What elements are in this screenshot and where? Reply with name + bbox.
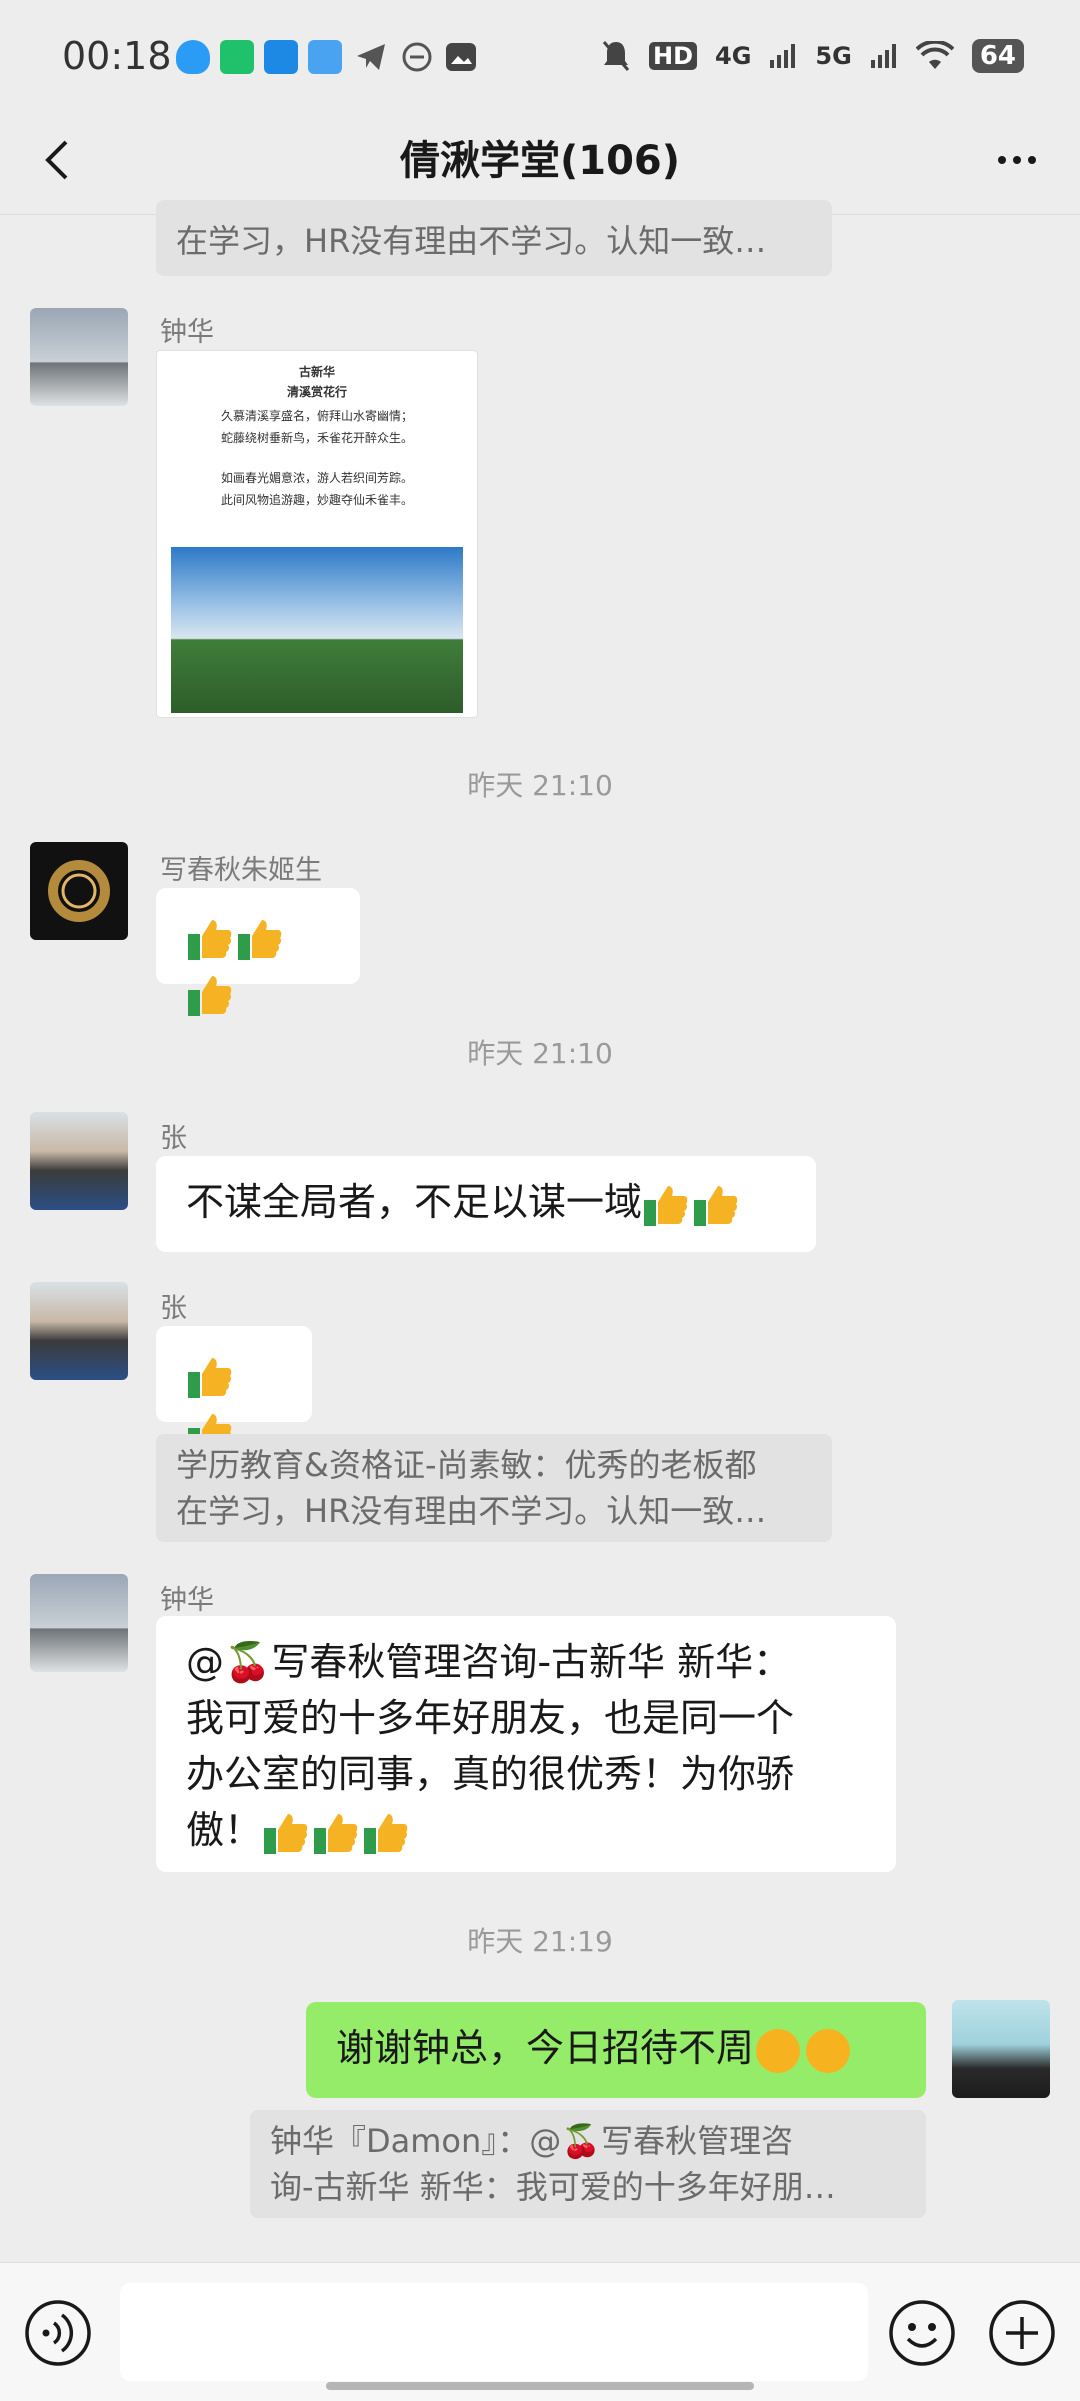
thumbs-up-icon [692, 1182, 740, 1228]
avatar[interactable] [30, 1282, 128, 1380]
status-time: 00:18 [62, 34, 172, 78]
avatar[interactable] [30, 1574, 128, 1672]
avatar[interactable] [30, 1112, 128, 1210]
more-dots-icon [998, 156, 1036, 164]
poem-line: 久慕清溪享盛名，俯拜山水寄幽情； [220, 409, 413, 423]
signal-icon [770, 44, 796, 68]
self-message-bubble[interactable]: 谢谢钟总，今日招待不周 [306, 2002, 926, 2098]
poem-author: 古新华 [298, 365, 335, 379]
quote-text: 询-古新华 新华：我可爱的十多年好朋… [270, 2168, 836, 2206]
sender-name: 张 [160, 1293, 187, 1324]
input-bar [0, 2262, 1080, 2401]
message-bubble[interactable] [156, 1326, 312, 1454]
emoji-button[interactable] [888, 2299, 956, 2367]
plus-icon [989, 2300, 1055, 2366]
poem-title: 清溪赏花行 [286, 385, 347, 399]
message-input[interactable] [120, 2283, 868, 2381]
timestamp: 昨天 21:10 [467, 1037, 613, 1070]
poem-line: 如画春光媚意浓，游人若织间芳踪。 [220, 471, 413, 485]
quoted-message[interactable]: 学历教育&资格证-尚素敏：优秀的老板都 在学习，HR没有理由不学习。认知一致… [156, 1434, 832, 1542]
quote-text: 学历教育&资格证-尚素敏：优秀的老板都 [176, 1446, 757, 1484]
iqiyi-icon [220, 40, 254, 74]
sender-name: 张 [160, 1123, 187, 1154]
network-4g-label: 4G [715, 42, 752, 70]
app-icon-blue [264, 40, 298, 74]
cloud-icon [308, 40, 342, 74]
status-indicators: HD 4G 5G 64 [601, 36, 1024, 76]
voice-button[interactable] [24, 2299, 92, 2367]
thumbs-up-icon [186, 916, 234, 962]
thumbs-up-icon [362, 1810, 410, 1856]
quoted-message[interactable]: 钟华『Damon』：@🍒写春秋管理咨 询-古新华 新华：我可爱的十多年好朋… [250, 2110, 926, 2218]
more-button[interactable] [982, 130, 1052, 190]
chat-title: 倩湫学堂(106) [399, 138, 681, 184]
quote-text: 在学习，HR没有理由不学习。认知一致… [176, 1492, 767, 1530]
message-bubble[interactable]: @🍒写春秋管理咨询-古新华 新华： 我可爱的十多年好朋友，也是同一个 办公室的同… [156, 1616, 896, 1872]
quote-text: 钟华『Damon』：@🍒写春秋管理咨 [270, 2122, 794, 2160]
signal-icon-2 [870, 44, 896, 68]
voice-icon [25, 2300, 91, 2366]
self-avatar[interactable] [952, 2000, 1050, 2098]
emoji-icon [889, 2300, 955, 2366]
sender-name: 钟华 [160, 317, 214, 348]
wifi-icon [915, 41, 954, 69]
thumbs-up-icon [642, 1182, 690, 1228]
sender-name: 钟华 [160, 1585, 214, 1616]
status-bar: 00:18 HD 4G 5G 64 [0, 0, 1080, 110]
thumbs-up-icon [236, 916, 284, 962]
ring-logo-icon [48, 860, 110, 922]
quoted-message[interactable]: 在学习，HR没有理由不学习。认知一致… [156, 200, 832, 276]
hd-label: HD [648, 42, 697, 70]
message-text: 不谋全局者，不足以谋一域 [186, 1180, 643, 1224]
sender-name: 写春秋朱姬生 [160, 855, 322, 886]
message-text: 办公室的同事，真的很优秀！为你骄 [186, 1752, 795, 1796]
telegram-icon [354, 40, 388, 78]
message-text: @🍒写春秋管理咨询-古新华 新华： [186, 1640, 792, 1684]
timestamp: 昨天 21:10 [467, 769, 613, 802]
qq-icon [176, 40, 210, 74]
message-text: 傲！ [186, 1808, 263, 1852]
more-functions-button[interactable] [988, 2299, 1056, 2367]
poem-line: 蛇藤绕树垂新鸟，禾雀花开醉众生。 [220, 431, 413, 445]
blush-emoji-icon [756, 2028, 801, 2073]
thumbs-up-icon [262, 1810, 310, 1856]
blush-emoji-icon [806, 2028, 851, 2073]
thumbs-up-icon [186, 972, 234, 1018]
shared-image[interactable]: 古新华 清溪赏花行 久慕清溪享盛名，俯拜山水寄幽情； 蛇藤绕树垂新鸟，禾雀花开醉… [156, 350, 478, 718]
landscape-photo [171, 547, 463, 713]
network-5g-label: 5G [815, 42, 852, 70]
quote-text: 在学习，HR没有理由不学习。认知一致… [176, 222, 767, 260]
message-bubble[interactable] [156, 888, 360, 1016]
message-text: 谢谢钟总，今日招待不周 [336, 2026, 755, 2070]
battery-indicator: 64 [971, 39, 1024, 73]
dnd-icon [400, 40, 434, 78]
timestamp: 昨天 21:19 [467, 1925, 613, 1958]
avatar[interactable] [30, 308, 128, 406]
home-indicator[interactable] [326, 2382, 754, 2390]
gallery-icon [444, 40, 478, 78]
message-text: 我可爱的十多年好朋友，也是同一个 [186, 1696, 795, 1740]
mute-bell-icon [602, 41, 630, 71]
message-bubble[interactable]: 不谋全局者，不足以谋一域 [156, 1156, 816, 1252]
thumbs-up-icon [186, 1354, 234, 1400]
thumbs-up-icon [312, 1810, 360, 1856]
poem-line: 此间风物追游趣，妙趣夺仙禾雀丰。 [220, 493, 413, 507]
avatar[interactable] [30, 842, 128, 940]
